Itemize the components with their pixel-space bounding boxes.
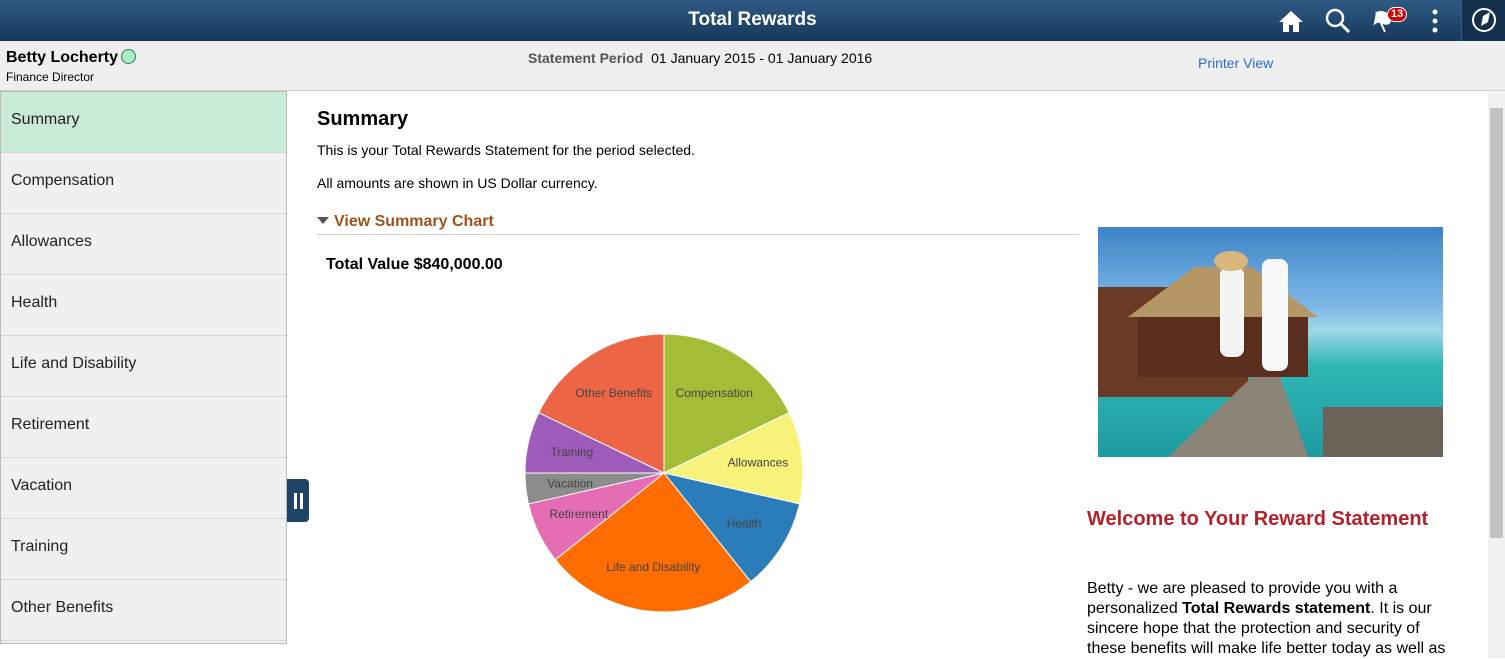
pie-label: Life and Disability [606,560,700,574]
chevron-down-icon[interactable] [121,49,137,64]
welcome-heading: Welcome to Your Reward Statement [1087,508,1429,530]
statement-period: Statement Period 01 January 2015 - 01 Jan… [528,50,873,66]
home-icon[interactable] [1276,6,1306,36]
search-icon[interactable] [1323,6,1353,36]
sidebar-item-summary[interactable]: Summary [1,92,286,153]
sidebar-item-retirement[interactable]: Retirement [1,397,286,458]
sidebar-item-health[interactable]: Health [1,275,286,336]
navbar-button[interactable] [1461,0,1505,41]
sidebar-item-other-benefits[interactable]: Other Benefits [1,580,286,641]
app-header: Total Rewards 13 [0,0,1505,41]
sidebar-item-vacation[interactable]: Vacation [1,458,286,519]
user-name-menu[interactable]: Betty Locherty [6,49,137,67]
pie-label: Allowances [728,455,789,469]
sidebar-item-allowances[interactable]: Allowances [1,214,286,275]
sidebar-item-compensation[interactable]: Compensation [1,153,286,214]
notification-badge: 13 [1387,7,1408,22]
main-content: Summary This is your Total Rewards State… [287,91,1488,658]
pie-label: Training [550,445,593,459]
pie-label: Other Benefits [575,386,652,400]
more-icon[interactable] [1420,6,1450,36]
pie-label: Health [727,516,762,530]
pie-label: Retirement [549,507,608,521]
context-bar: Betty Locherty Finance Director Statemen… [0,41,1505,91]
scrollbar-thumb[interactable] [1490,108,1503,538]
printer-view-link[interactable]: Printer View [1198,55,1273,71]
welcome-body: Betty - we are pleased to provide you wi… [1087,580,1446,657]
pie-label: Vacation [547,477,593,491]
sidebar: Summary Compensation Allowances Health Life … [0,91,287,644]
beach-photo [1098,227,1443,457]
pie-chart: Compensation Allowances Health Life and Dis… [524,333,804,613]
sidebar-item-life-and-disability[interactable]: Life and Disability [1,336,286,397]
pie-label: Compensation [676,386,753,400]
user-role: Finance Director [6,70,95,84]
sidebar-item-training[interactable]: Training [1,519,286,580]
navbar-compass-icon [1472,8,1496,32]
